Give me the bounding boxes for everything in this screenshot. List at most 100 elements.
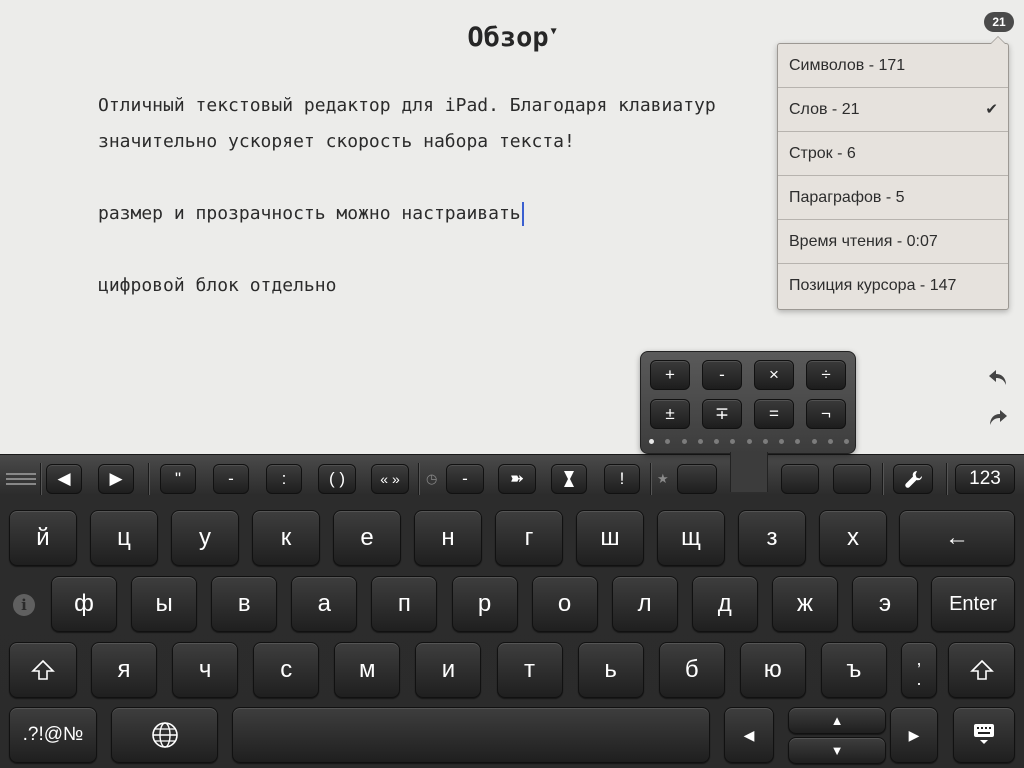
numpad-not-key[interactable]: ¬ — [806, 399, 846, 429]
page-dot — [730, 439, 736, 444]
stat-row-characters[interactable]: Символов - 171 — [778, 44, 1008, 88]
letter-key[interactable]: з — [738, 510, 806, 566]
page-dot — [844, 439, 849, 444]
custom-key-3[interactable] — [833, 464, 871, 494]
stat-row-words[interactable]: Слов - 21 ✔ — [778, 88, 1008, 132]
letter-key[interactable]: ф — [51, 576, 117, 632]
custom-key-2[interactable] — [781, 464, 819, 494]
dash-button[interactable]: - — [213, 464, 249, 494]
numpad-plus-key[interactable]: + — [650, 360, 690, 390]
numpad-multiply-key[interactable]: × — [754, 360, 794, 390]
stat-row-lines[interactable]: Строк - 6 — [778, 132, 1008, 176]
letter-key[interactable]: ц — [90, 510, 158, 566]
letter-key[interactable]: ж — [771, 576, 838, 632]
letter-key[interactable]: ъ — [820, 642, 887, 698]
letter-key[interactable]: а — [291, 576, 358, 632]
letter-key[interactable]: в — [211, 576, 278, 632]
keyboard: ◀ ▶ " - : ( ) « » ◷ - ➽ ! ★ 123 йцукенгш… — [0, 454, 1024, 768]
arrow-left-key[interactable]: ◀ — [724, 707, 774, 763]
numpad-plusminus-key[interactable]: ± — [650, 399, 690, 429]
letter-key[interactable]: ю — [739, 642, 806, 698]
editor-area[interactable]: Обзор ▼ Отличный текстовый редактор для i… — [0, 0, 1024, 454]
stat-row-reading-time[interactable]: Время чтения - 0:07 — [778, 220, 1008, 264]
shift-left-key[interactable] — [9, 642, 77, 698]
custom-key-1[interactable] — [677, 464, 717, 494]
backspace-key[interactable]: ← — [899, 510, 1015, 566]
letter-key[interactable]: м — [334, 642, 401, 698]
stat-row-paragraphs[interactable]: Параграфов - 5 — [778, 176, 1008, 220]
cursor-left-button[interactable]: ◀ — [46, 464, 82, 494]
letter-key[interactable]: к — [252, 510, 320, 566]
page-dot — [714, 439, 719, 444]
numpad-equals-key[interactable]: = — [754, 399, 794, 429]
dash-button-2[interactable]: - — [446, 464, 484, 494]
letter-key[interactable]: ш — [576, 510, 644, 566]
settings-wrench-icon[interactable] — [893, 464, 933, 494]
number-mode-button[interactable]: 123 — [955, 464, 1015, 494]
letter-key[interactable]: п — [371, 576, 438, 632]
letter-key[interactable]: н — [414, 510, 482, 566]
letter-key[interactable]: е — [333, 510, 401, 566]
page-dot — [827, 439, 833, 444]
letter-key[interactable]: б — [658, 642, 725, 698]
star-icon: ★ — [657, 471, 669, 486]
comma-period-key[interactable]: , . — [901, 642, 937, 698]
stat-row-cursor-position[interactable]: Позиция курсора - 147 — [778, 264, 1008, 308]
stat-label: Параграфов - 5 — [789, 189, 905, 206]
bullet-arrow-button[interactable]: ➽ — [498, 464, 536, 494]
keyboard-toolbar: ◀ ▶ " - : ( ) « » ◷ - ➽ ! ★ 123 — [0, 455, 1024, 501]
numpad-minus-key[interactable]: - — [702, 360, 742, 390]
letter-key[interactable]: г — [495, 510, 563, 566]
undo-icon[interactable] — [987, 367, 1009, 389]
numpad-minusplus-key[interactable]: ∓ — [702, 399, 742, 429]
arrow-up-key[interactable]: ▲ — [788, 707, 886, 734]
letter-key[interactable]: х — [819, 510, 887, 566]
word-count-badge[interactable]: 21 — [984, 12, 1014, 32]
cursor-right-button[interactable]: ▶ — [98, 464, 134, 494]
page-indicator — [649, 439, 849, 447]
letter-key[interactable]: д — [691, 576, 758, 632]
numpad-divide-key[interactable]: ÷ — [806, 360, 846, 390]
letter-key[interactable]: с — [253, 642, 320, 698]
symbols-key[interactable]: .?!@№ — [9, 707, 97, 763]
letter-key[interactable]: э — [852, 576, 918, 632]
shift-right-key[interactable] — [948, 642, 1015, 698]
quote-button[interactable]: " — [160, 464, 196, 494]
text-line: размер и прозрачность можно настраивать — [98, 203, 521, 224]
letter-key[interactable]: л — [611, 576, 678, 632]
redo-icon[interactable] — [987, 407, 1009, 429]
info-icon[interactable]: i — [13, 594, 35, 616]
letter-key[interactable]: ы — [131, 576, 198, 632]
hide-keyboard-icon[interactable] — [953, 707, 1015, 763]
stat-label: Символов - 171 — [789, 57, 906, 74]
arrow-right-key[interactable]: ▶ — [890, 707, 938, 763]
arrow-down-key[interactable]: ▼ — [788, 737, 886, 764]
letter-key[interactable]: т — [496, 642, 563, 698]
stat-label: Время чтения - 0:07 — [789, 233, 938, 250]
letter-key[interactable]: щ — [657, 510, 725, 566]
text-line: Отличный текстовый редактор для iPad. Бл… — [98, 95, 716, 116]
letter-key[interactable]: й — [9, 510, 77, 566]
guillemets-button[interactable]: « » — [371, 464, 409, 494]
text-line: значительно ускоряет скорость набора тек… — [98, 131, 575, 152]
globe-icon[interactable] — [111, 707, 218, 763]
letter-key[interactable]: и — [415, 642, 482, 698]
colon-button[interactable]: : — [266, 464, 302, 494]
letter-key[interactable]: о — [531, 576, 598, 632]
page-dot — [697, 439, 703, 444]
letter-key[interactable]: р — [451, 576, 518, 632]
menu-handle-icon[interactable] — [6, 473, 36, 488]
letter-key[interactable]: у — [171, 510, 239, 566]
letter-key[interactable]: ч — [172, 642, 239, 698]
letter-key[interactable]: ь — [577, 642, 644, 698]
page-dot — [681, 439, 687, 444]
parentheses-button[interactable]: ( ) — [318, 464, 356, 494]
space-key[interactable] — [232, 707, 710, 763]
stat-label: Слов - 21 — [789, 101, 860, 118]
exclamation-button[interactable]: ! — [604, 464, 640, 494]
page-dot — [795, 439, 801, 444]
letter-key[interactable]: я — [91, 642, 157, 698]
exclamation-mark-button[interactable] — [551, 464, 587, 494]
page-dot — [746, 439, 752, 444]
enter-key[interactable]: Enter — [931, 576, 1015, 632]
